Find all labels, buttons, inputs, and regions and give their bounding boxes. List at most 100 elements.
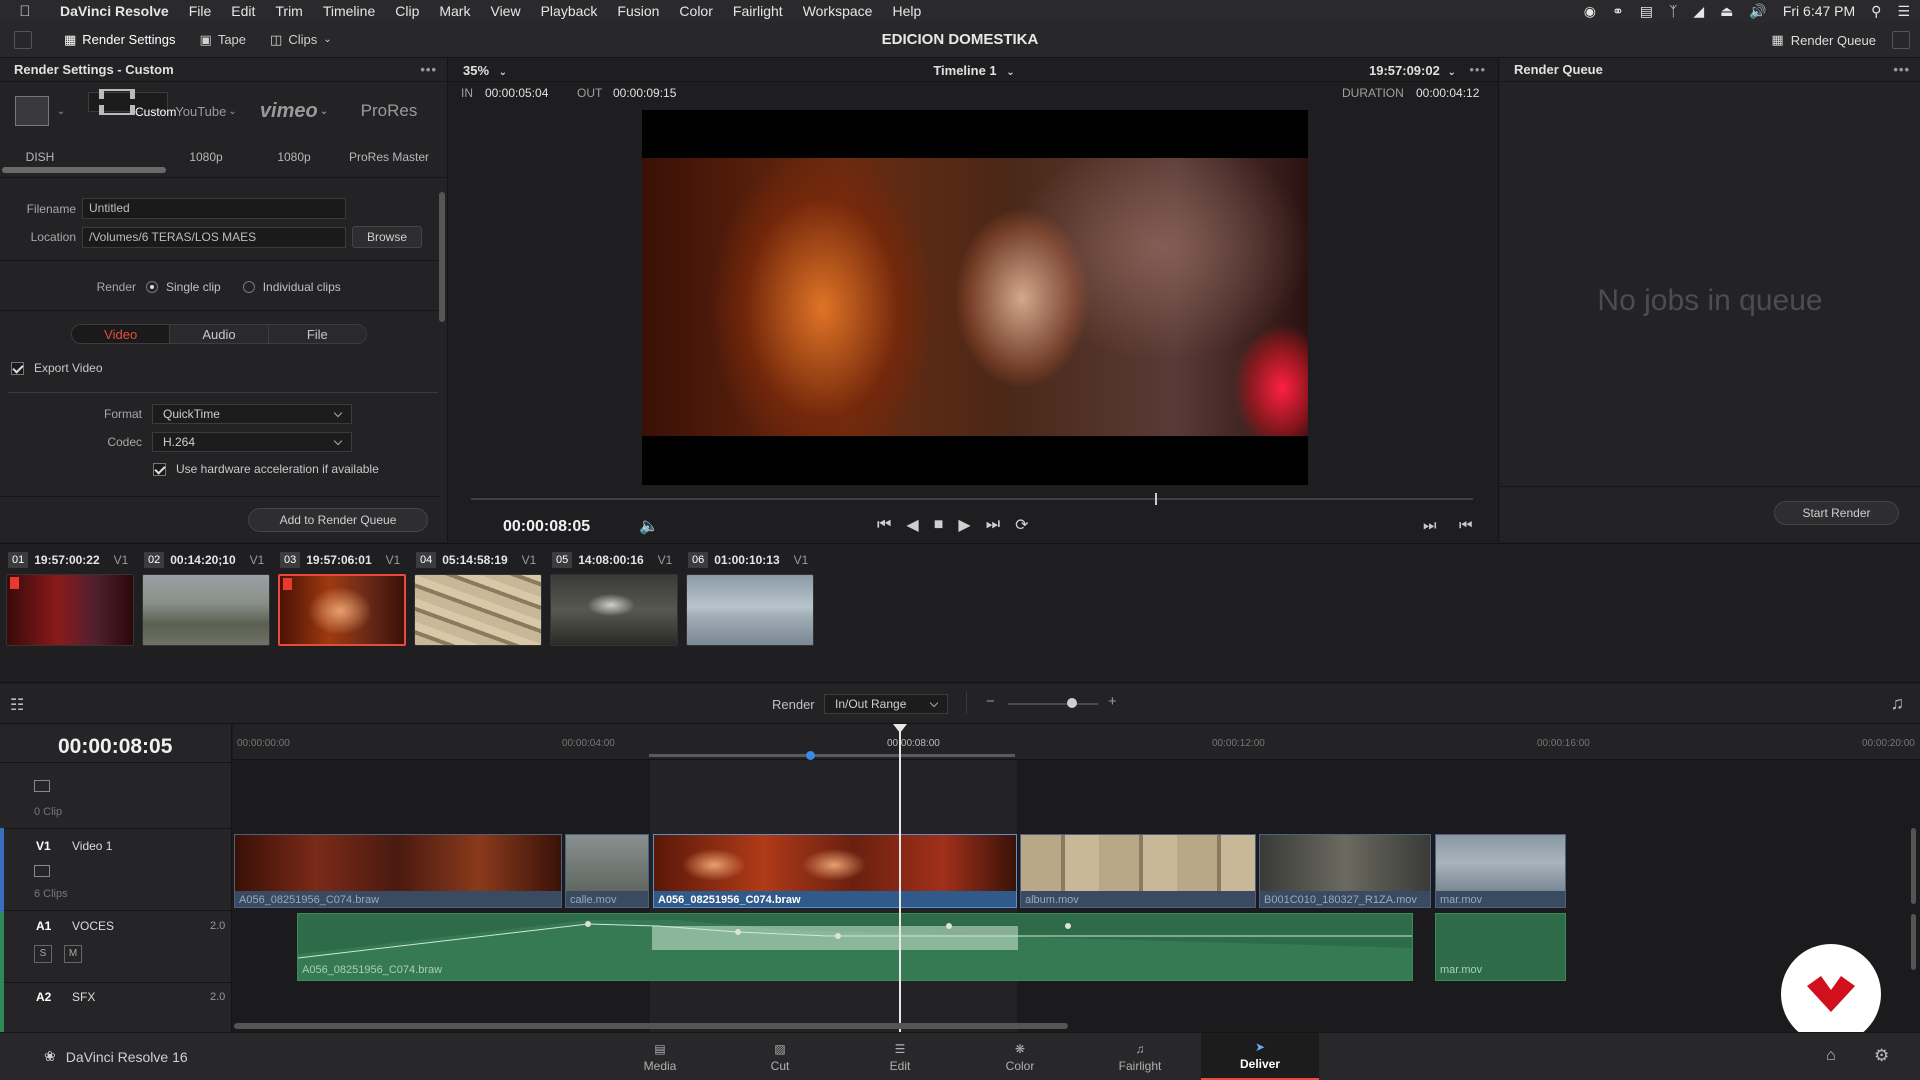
menu-clip[interactable]: Clip [385, 3, 429, 19]
playhead-handle[interactable] [893, 724, 907, 733]
audio-clip[interactable]: mar.mov [1435, 913, 1566, 981]
drive-icon[interactable]: ▤ [1640, 3, 1653, 20]
timeline-scrollbar[interactable] [234, 1023, 1068, 1029]
tab-audio[interactable]: Audio [170, 325, 269, 343]
page-media[interactable]: ▤ Media [601, 1033, 719, 1080]
zoom-slider[interactable] [1008, 703, 1098, 705]
page-deliver[interactable]: ➤ Deliver [1201, 1033, 1319, 1080]
home-icon[interactable]: ⌂ [1826, 1047, 1836, 1065]
menu-help[interactable]: Help [882, 3, 931, 19]
zoom-select[interactable]: 35% ⌄ [463, 63, 507, 78]
go-to-first-frame-icon[interactable]: ⏮ [877, 516, 891, 534]
video-clip[interactable]: album.mov [1020, 834, 1256, 908]
clip-thumbnail[interactable] [414, 574, 542, 646]
solo-button[interactable]: S [34, 945, 52, 963]
scrubber-playhead[interactable] [1155, 493, 1157, 505]
go-to-last-frame-icon[interactable]: ⏭ [986, 516, 1000, 534]
eject-icon[interactable]: ⏏ [1720, 3, 1733, 20]
clip-thumbnail[interactable] [142, 574, 270, 646]
loop-icon[interactable]: ⟳ [1015, 515, 1028, 535]
play-icon[interactable]: ▶ [958, 515, 970, 535]
export-video-checkbox[interactable] [11, 361, 24, 375]
gear-icon[interactable]: ⚙ [1874, 1046, 1889, 1066]
stop-icon[interactable]: ■ [934, 516, 944, 534]
preset-vimeo[interactable]: vimeo ⌄ 1080p [254, 92, 334, 165]
preset-prores-master[interactable]: ProRes ProRes Master [348, 92, 430, 164]
menu-file[interactable]: File [179, 3, 222, 19]
play-reverse-icon[interactable]: ◀ [906, 515, 918, 535]
tape-button[interactable]: ▣ Tape [188, 22, 259, 57]
clip-thumbnail-selected[interactable] [278, 574, 406, 646]
clips-button[interactable]: ◫ Clips ⌄ [258, 22, 344, 57]
settings-scrollbar[interactable] [439, 192, 445, 322]
preset-custom[interactable]: Custom [88, 89, 176, 119]
wifi-icon[interactable]: ◢ [1693, 3, 1704, 20]
render-settings-button[interactable]: ▦ Render Settings [52, 22, 188, 57]
collapse-panel-icon[interactable] [1892, 31, 1910, 49]
format-select[interactable]: QuickTime [152, 404, 352, 424]
range-handle[interactable] [806, 751, 815, 760]
menu-playback[interactable]: Playback [531, 3, 608, 19]
tab-file[interactable]: File [268, 325, 366, 343]
clip-thumbnail[interactable] [550, 574, 678, 646]
preset-youtube[interactable]: YouTube ⌄ 1080p [166, 92, 246, 165]
queue-options-icon[interactable]: ••• [1893, 62, 1910, 77]
zoom-out-icon[interactable]: − [986, 693, 995, 710]
filename-input[interactable]: Untitled [82, 198, 346, 219]
menu-fusion[interactable]: Fusion [607, 3, 669, 19]
clip-thumbnail[interactable] [686, 574, 814, 646]
zoom-in-icon[interactable]: + [1108, 693, 1117, 710]
volume-icon[interactable]: 🔊 [1749, 3, 1766, 20]
menu-timeline[interactable]: Timeline [313, 3, 385, 19]
track-a2-id[interactable]: A2 [36, 990, 51, 1004]
video-clip[interactable]: mar.mov [1435, 834, 1566, 908]
audio-meter-icon[interactable]: ♫ [1891, 693, 1905, 714]
audio-track-scrollbar[interactable] [1911, 914, 1916, 970]
menu-app-name[interactable]: DaVinci Resolve [50, 3, 179, 19]
record-icon[interactable]: ◉ [1584, 3, 1596, 20]
zoom-slider-knob[interactable] [1067, 698, 1077, 708]
video-track-scrollbar[interactable] [1911, 828, 1916, 904]
preset-dish[interactable]: ⌄ DISH [0, 92, 80, 164]
clip-thumbnail[interactable] [6, 574, 134, 646]
mute-button[interactable]: M [64, 945, 82, 963]
timeline-name-select[interactable]: Timeline 1 ⌄ [449, 63, 1499, 78]
add-to-render-queue-button[interactable]: Add to Render Queue [248, 508, 428, 532]
track-a1-id[interactable]: A1 [36, 919, 51, 933]
audio-clip[interactable]: A056_08251956_C074.braw [297, 913, 1413, 981]
tab-video[interactable]: Video [72, 325, 171, 343]
page-cut[interactable]: ▨ Cut [721, 1033, 839, 1080]
source-timecode[interactable]: 19:57:09:02 ⌄ [1369, 63, 1456, 78]
previous-clip-icon[interactable]: ⏮ [1459, 517, 1473, 534]
codec-select[interactable]: H.264 [152, 432, 352, 452]
creative-cloud-icon[interactable]: ⚭ [1612, 3, 1624, 20]
browse-button[interactable]: Browse [352, 226, 422, 248]
hw-accel-checkbox[interactable] [153, 462, 166, 476]
notification-center-icon[interactable]: ☰ [1897, 3, 1910, 20]
timeline-view-options-icon[interactable]: ☷ [10, 695, 24, 715]
menu-color[interactable]: Color [669, 3, 722, 19]
start-render-button[interactable]: Start Render [1774, 501, 1899, 525]
video-clip[interactable]: B001C010_180327_R1ZA.mov [1259, 834, 1431, 908]
video-clip-selected[interactable]: A056_08251956_C074.braw [653, 834, 1017, 908]
bluetooth-icon[interactable]: ᛉ [1669, 3, 1677, 19]
next-clip-icon[interactable]: ⏭ [1423, 517, 1437, 534]
page-color[interactable]: ❋ Color [961, 1033, 1079, 1080]
single-clip-radio[interactable] [146, 281, 158, 293]
menu-edit[interactable]: Edit [221, 3, 265, 19]
render-range-select[interactable]: In/Out Range [824, 694, 948, 714]
video-frame[interactable] [642, 110, 1308, 485]
menu-workspace[interactable]: Workspace [793, 3, 883, 19]
menu-trim[interactable]: Trim [265, 3, 312, 19]
speaker-icon[interactable]: 🔈 [639, 516, 659, 536]
render-queue-button[interactable]: ▦ Render Queue [1771, 22, 1876, 58]
in-out-range-bar[interactable] [649, 754, 1015, 757]
panel-toggle-icon[interactable] [14, 30, 32, 49]
viewer-scrubber[interactable] [471, 493, 1473, 505]
apple-icon[interactable]:  [0, 3, 50, 20]
video-clip[interactable]: A056_08251956_C074.braw [234, 834, 562, 908]
presets-scrollbar[interactable] [2, 167, 166, 173]
viewer-options-icon[interactable]: ••• [1469, 62, 1486, 77]
playhead[interactable] [899, 724, 901, 1032]
track-v1-id[interactable]: V1 [36, 839, 51, 853]
